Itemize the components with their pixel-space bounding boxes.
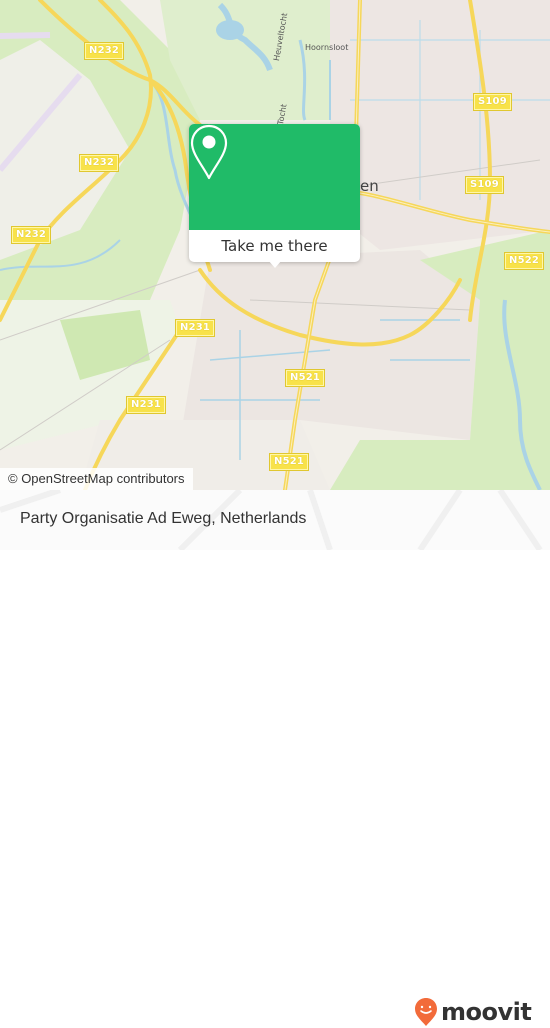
road-label-s109: S109 (473, 93, 512, 111)
place-label: en (360, 177, 379, 195)
road-label-n231: N231 (125, 396, 167, 414)
street-label-hoornsloot: Hoornsloot (305, 43, 349, 52)
road-label-n521: N521 (284, 369, 326, 387)
road-label-s109: S109 (465, 176, 504, 194)
popup-pointer (268, 260, 282, 268)
road-label-n521: N521 (268, 453, 310, 471)
road-label-n522: N522 (503, 252, 545, 270)
place-title: Party Organisatie Ad Eweg, Netherlands (20, 510, 307, 527)
footer-bar: Party Organisatie Ad Eweg, Netherlands m… (0, 490, 550, 1026)
moovit-pin-icon (415, 998, 437, 1026)
moovit-logo[interactable]: moovit (414, 996, 532, 1028)
road-label-n231: N231 (174, 319, 216, 337)
popup-header (189, 124, 360, 230)
road-label-n232: N232 (78, 154, 120, 172)
take-me-there-button[interactable]: Take me there (189, 230, 360, 262)
map-attribution[interactable]: © OpenStreetMap contributors (0, 468, 193, 490)
location-pin-icon (190, 124, 228, 180)
map[interactable]: N232 N232 N232 S109 S109 N522 N231 N231 … (0, 0, 550, 490)
road-label-n232: N232 (83, 42, 125, 60)
location-popup: Take me there (189, 124, 360, 268)
moovit-wordmark: moovit (441, 998, 532, 1026)
road-label-n232: N232 (10, 226, 52, 244)
